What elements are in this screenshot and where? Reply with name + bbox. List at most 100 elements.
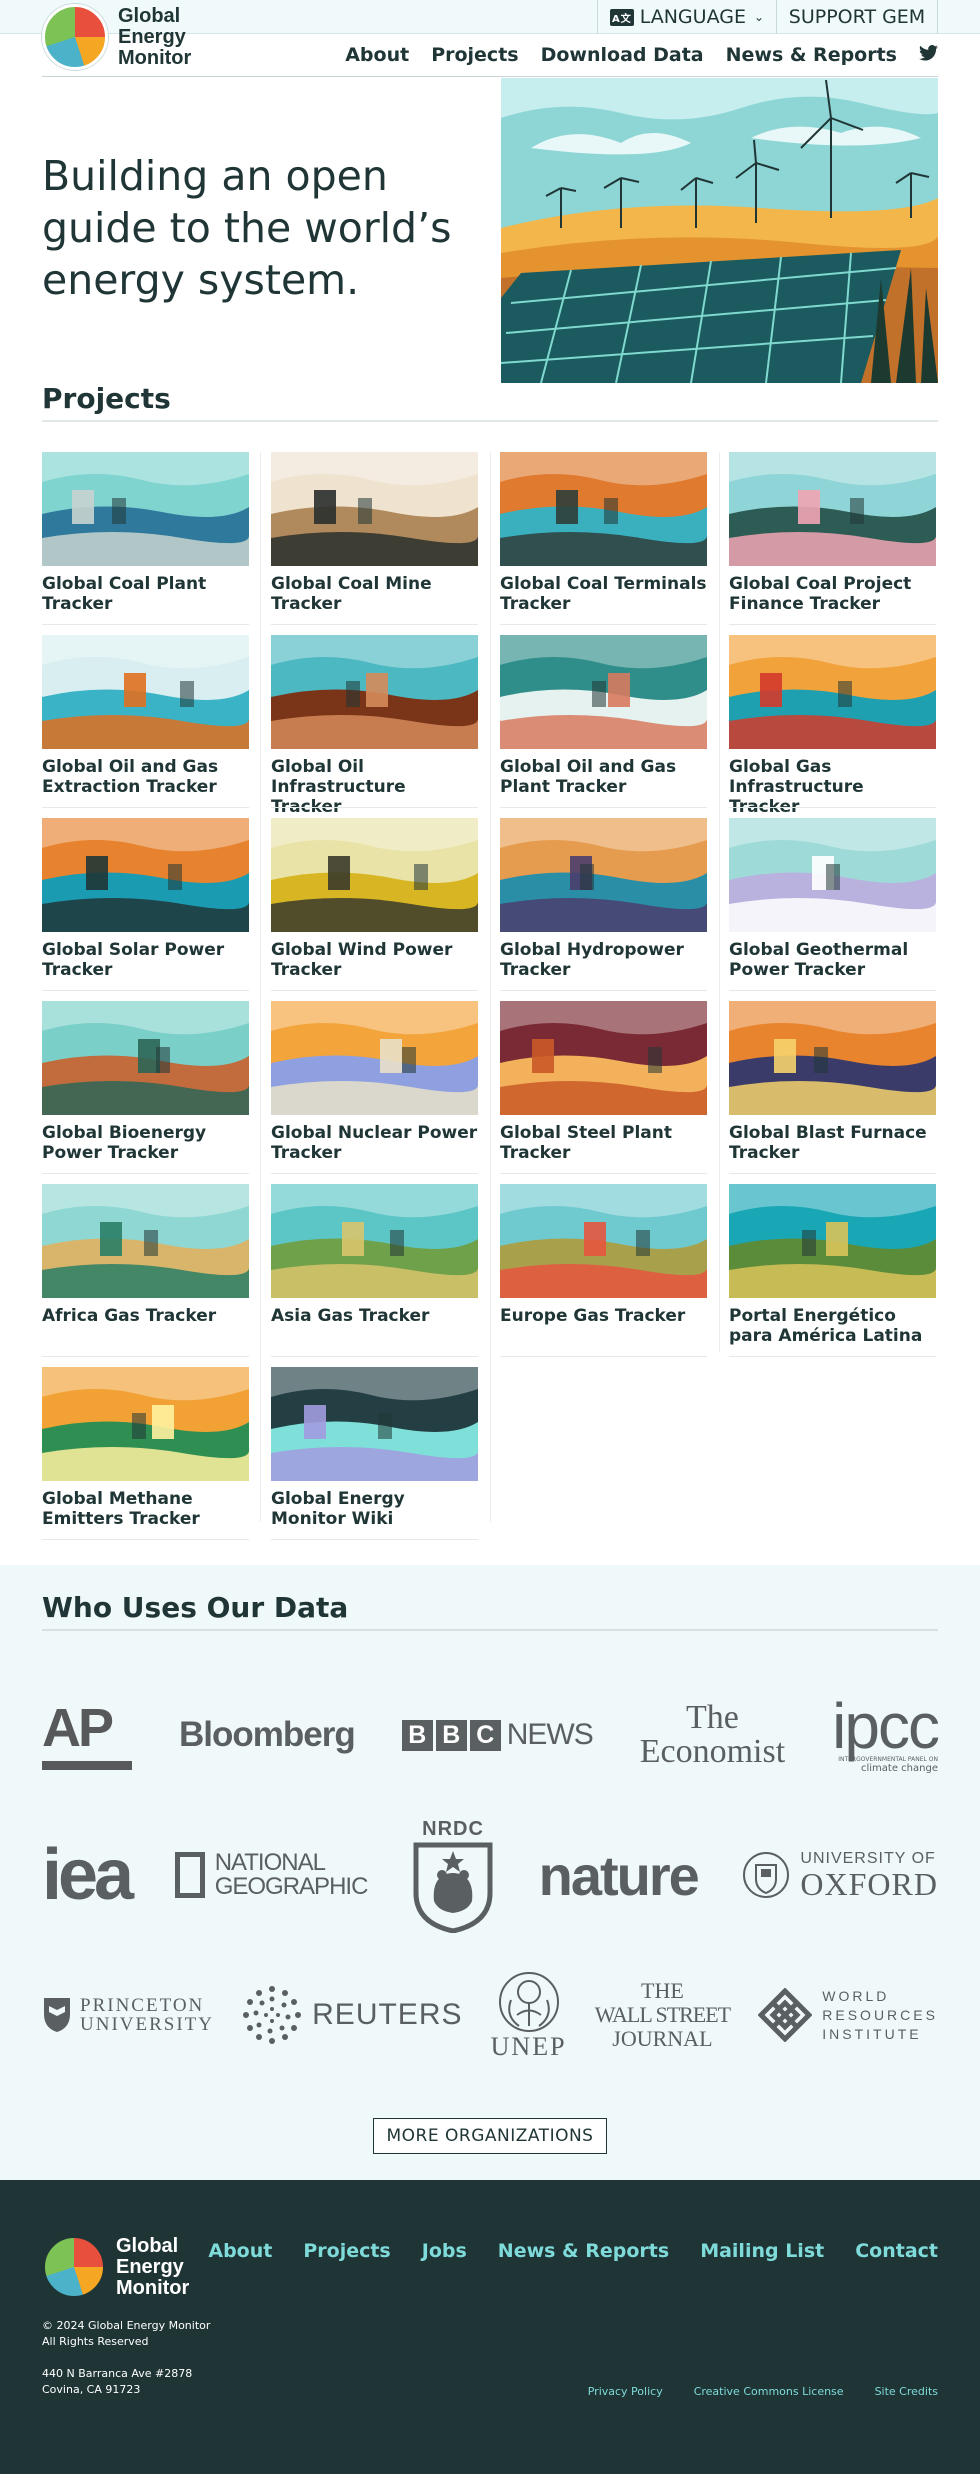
project-thumbnail[interactable] [729,635,936,749]
footer-nav-projects[interactable]: Projects [303,2240,390,2262]
nature-logo: nature [539,1843,700,1908]
support-gem-link[interactable]: SUPPORT GEM [777,0,938,34]
unep-emblem-icon [498,1972,559,2032]
project-thumbnail[interactable] [271,818,478,932]
nav-projects[interactable]: Projects [431,44,518,66]
project-card[interactable]: Global Gas Infrastructure Tracker [729,635,936,818]
project-title[interactable]: Global Solar Power Tracker [42,940,249,980]
card-divider [271,807,478,808]
privacy-policy-link[interactable]: Privacy Policy [588,2385,663,2398]
project-thumbnail[interactable] [271,1001,478,1115]
project-title[interactable]: Portal Energético para América Latina [729,1306,936,1346]
princeton-logo: PRINCETON UNIVERSITY [42,1996,214,2034]
princeton-line: UNIVERSITY [80,2014,214,2035]
project-title[interactable]: Global Methane Emitters Tracker [42,1489,249,1529]
project-title[interactable]: Europe Gas Tracker [500,1306,707,1326]
project-card[interactable]: Global Bioenergy Power Tracker [42,1001,249,1184]
footer-nav-news-reports[interactable]: News & Reports [498,2240,669,2262]
project-card[interactable]: Global Oil and Gas Extraction Tracker [42,635,249,818]
footer-copyright: © 2024 Global Energy Monitor All Rights … [42,2318,210,2350]
project-thumbnail[interactable] [729,818,936,932]
project-title[interactable]: Africa Gas Tracker [42,1306,249,1326]
project-thumbnail[interactable] [729,452,936,566]
project-thumbnail[interactable] [500,1184,707,1298]
more-organizations-button[interactable]: MORE ORGANIZATIONS [373,2118,607,2154]
project-title[interactable]: Global Nuclear Power Tracker [271,1123,478,1163]
project-card[interactable]: Global Solar Power Tracker [42,818,249,1001]
project-thumbnail[interactable] [42,635,249,749]
nrdc-bear-shield-icon [413,1842,493,1933]
footer-nav-about[interactable]: About [208,2240,272,2262]
project-card[interactable]: Global Coal Mine Tracker [271,452,478,635]
project-card[interactable]: Asia Gas Tracker [271,1184,478,1367]
nav-news-reports[interactable]: News & Reports [726,44,897,66]
project-thumbnail[interactable] [271,452,478,566]
project-title[interactable]: Global Oil Infrastructure Tracker [271,757,478,817]
project-title[interactable]: Global Wind Power Tracker [271,940,478,980]
project-title[interactable]: Global Coal Project Finance Tracker [729,574,936,614]
site-logo[interactable]: Global Energy Monitor [42,4,191,70]
project-thumbnail[interactable] [500,635,707,749]
footer-logo[interactable]: Global Energy Monitor [42,2235,189,2299]
project-card[interactable]: Global Wind Power Tracker [271,818,478,1001]
project-title[interactable]: Global Bioenergy Power Tracker [42,1123,249,1163]
project-card[interactable]: Global Geothermal Power Tracker [729,818,936,1001]
nav-about[interactable]: About [345,44,409,66]
project-card[interactable]: Global Energy Monitor Wiki [271,1367,478,1550]
creative-commons-link[interactable]: Creative Commons License [694,2385,844,2398]
project-thumbnail[interactable] [42,452,249,566]
project-thumbnail[interactable] [729,1001,936,1115]
project-card[interactable]: Global Blast Furnace Tracker [729,1001,936,1184]
project-card[interactable]: Global Methane Emitters Tracker [42,1367,249,1550]
project-thumbnail[interactable] [42,1184,249,1298]
project-title[interactable]: Global Oil and Gas Plant Tracker [500,757,707,797]
page: A文 LANGUAGE ⌄ SUPPORT GEM Global Energy … [0,0,980,2474]
nav-download-data[interactable]: Download Data [541,44,704,66]
project-title[interactable]: Asia Gas Tracker [271,1306,478,1326]
project-title[interactable]: Global Coal Plant Tracker [42,574,249,614]
project-thumbnail[interactable] [500,818,707,932]
wsj-line: JOURNAL [612,2026,713,2051]
project-card[interactable]: Africa Gas Tracker [42,1184,249,1367]
footer-nav-mailing-list[interactable]: Mailing List [700,2240,824,2262]
card-divider [42,990,249,991]
project-title[interactable]: Global Gas Infrastructure Tracker [729,757,936,817]
project-thumbnail[interactable] [271,1367,478,1481]
footer-nav-contact[interactable]: Contact [855,2240,938,2262]
project-title[interactable]: Global Coal Terminals Tracker [500,574,707,614]
project-thumbnail[interactable] [500,1001,707,1115]
project-card[interactable]: Global Coal Project Finance Tracker [729,452,936,635]
project-card[interactable]: Global Coal Plant Tracker [42,452,249,635]
project-title[interactable]: Global Coal Mine Tracker [271,574,478,614]
who-uses-divider [42,1629,938,1631]
project-title[interactable]: Global Steel Plant Tracker [500,1123,707,1163]
natgeo-frame-icon [174,1852,205,1898]
site-credits-link[interactable]: Site Credits [875,2385,938,2398]
twitter-icon[interactable] [919,44,938,66]
project-title[interactable]: Global Geothermal Power Tracker [729,940,936,980]
project-card[interactable]: Global Oil Infrastructure Tracker [271,635,478,818]
project-card[interactable]: Global Nuclear Power Tracker [271,1001,478,1184]
project-card[interactable]: Portal Energético para América Latina [729,1184,936,1367]
project-thumbnail[interactable] [42,818,249,932]
project-thumbnail[interactable] [500,452,707,566]
footer-nav-jobs[interactable]: Jobs [422,2240,467,2262]
project-card[interactable]: Europe Gas Tracker [500,1184,707,1367]
address-line: Covina, CA 91723 [42,2383,141,2396]
project-thumbnail[interactable] [271,1184,478,1298]
project-title[interactable]: Global Oil and Gas Extraction Tracker [42,757,249,797]
card-divider [500,624,707,625]
project-thumbnail[interactable] [42,1367,249,1481]
language-selector[interactable]: A文 LANGUAGE ⌄ [597,0,777,34]
project-card[interactable]: Global Oil and Gas Plant Tracker [500,635,707,818]
project-thumbnail[interactable] [271,635,478,749]
project-title[interactable]: Global Hydropower Tracker [500,940,707,980]
project-title[interactable]: Global Energy Monitor Wiki [271,1489,478,1529]
project-card[interactable]: Global Hydropower Tracker [500,818,707,1001]
project-thumbnail[interactable] [729,1184,936,1298]
project-title[interactable]: Global Blast Furnace Tracker [729,1123,936,1163]
project-thumbnail[interactable] [42,1001,249,1115]
project-card[interactable]: Global Coal Terminals Tracker [500,452,707,635]
project-card[interactable]: Global Steel Plant Tracker [500,1001,707,1184]
who-uses-section: Who Uses Our Data AP Bloomberg B B C NEW… [0,1565,980,2180]
